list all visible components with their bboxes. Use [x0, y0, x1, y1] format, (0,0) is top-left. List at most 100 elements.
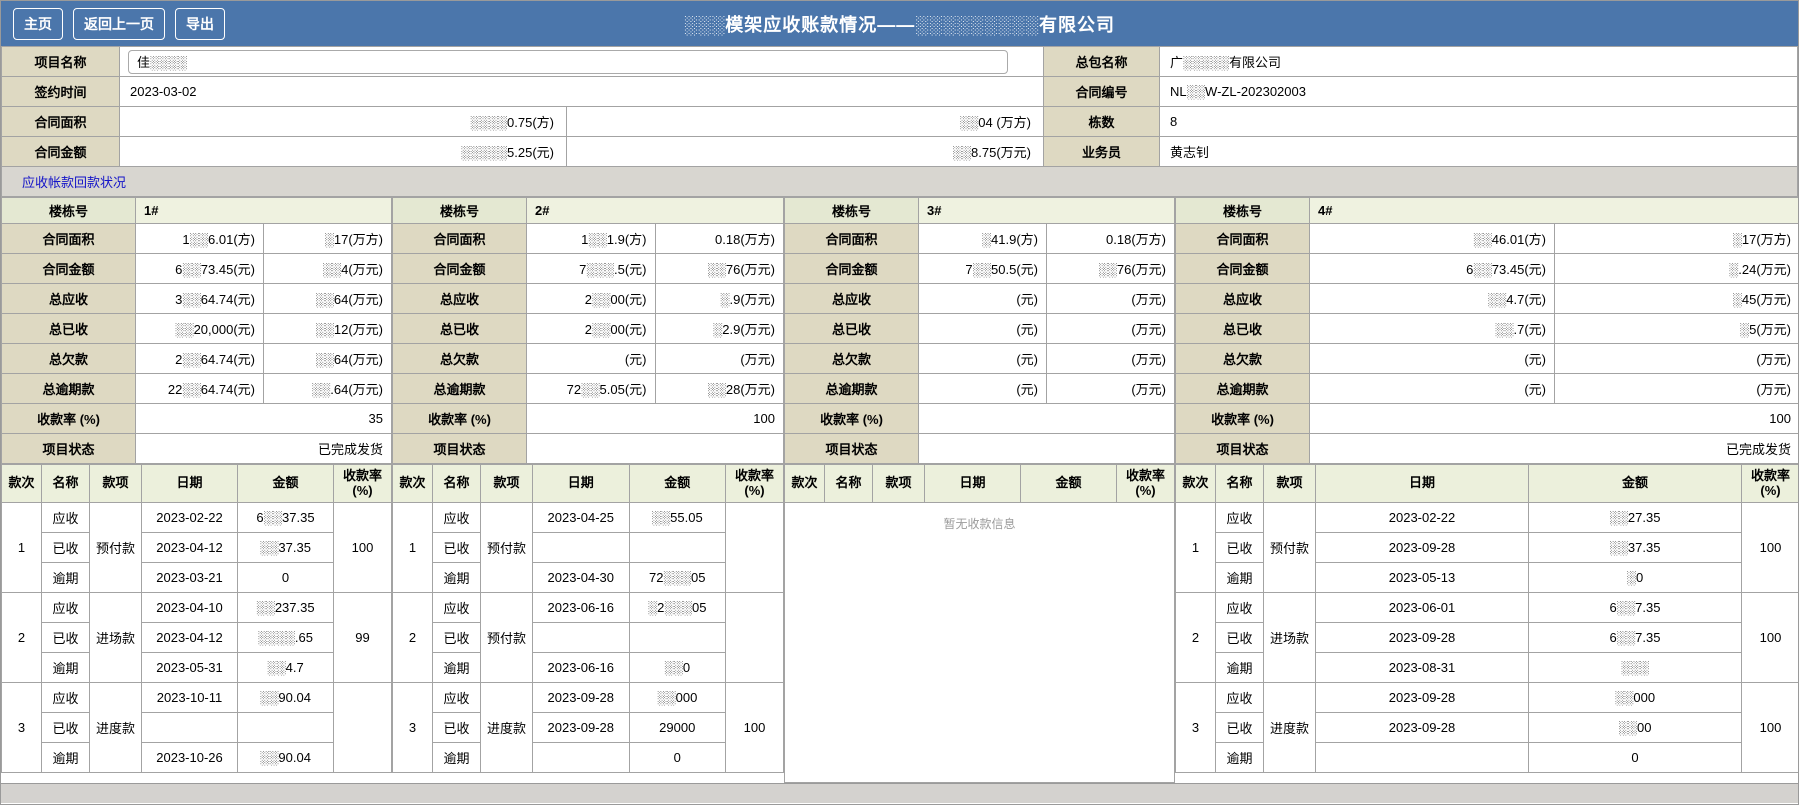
detail-row-name: 逾期 [1216, 653, 1264, 683]
summary-row: 总已收░░20,000(元)░░12(万元) [2, 314, 392, 344]
detail-date: 2023-09-28 [533, 683, 630, 713]
detail-group-no: 1 [1176, 503, 1216, 593]
detail-date: 2023-02-22 [142, 503, 238, 533]
info-row-contract-area: 合同面积 ░░░░0.75(方) ░░04 (万方) 栋数 8 [2, 107, 1798, 137]
detail-date: 2023-06-16 [533, 593, 630, 623]
summary-row: 收款率 (%)100 [1176, 404, 1799, 434]
detail-header: 日期 [1316, 465, 1529, 503]
detail-amount: ░░90.04 [238, 743, 334, 773]
building-section-3: 楼栋号3#合同面积░41.9(方)0.18(万方)合同金额7░░50.5(元)░… [784, 197, 1175, 783]
building-summary-table: 楼栋号2#合同面积1░░1.9(方)0.18(万方)合同金额7░░░.5(元)░… [392, 197, 784, 464]
building-detail-table: 款次名称款项日期金额收款率 (%)1应收预付款2023-02-22░░27.35… [1175, 464, 1799, 773]
contract-no-value: NL░░W-ZL-202302003 [1160, 77, 1798, 107]
summary-label: 总逾期款 [2, 374, 136, 404]
summary-row: 项目状态已完成发货 [1176, 434, 1799, 464]
summary-value-yuan: 6░░73.45(元) [1310, 254, 1555, 284]
summary-value [527, 434, 784, 464]
detail-header-row: 款次名称款项日期金额收款率 (%) [2, 465, 392, 503]
accounts-receivable-page: 主页返回上一页导出 ░░░模架应收账款情况——░░░░░░░░░有限公司 项目名… [0, 0, 1799, 805]
project-name-input[interactable] [128, 50, 1008, 74]
detail-date [142, 713, 238, 743]
detail-rate [726, 593, 784, 683]
detail-row-name: 已收 [42, 623, 90, 653]
detail-rate [726, 503, 784, 593]
detail-row: 1应收预付款2023-04-25░░55.05 [393, 503, 784, 533]
contract-amount-label: 合同金额 [2, 137, 120, 167]
detail-rate: 100 [1742, 593, 1799, 683]
summary-value-yuan: 3░░64.74(元) [136, 284, 264, 314]
summary-value [919, 404, 1175, 434]
building-no-row: 楼栋号2# [393, 198, 784, 224]
detail-row: 3应收进度款2023-09-28░░000100 [393, 683, 784, 713]
building-summary-table: 楼栋号3#合同面积░41.9(方)0.18(万方)合同金额7░░50.5(元)░… [784, 197, 1175, 464]
info-row-project: 项目名称 总包名称 广░░░░░有限公司 [2, 47, 1798, 77]
detail-row: 2应收预付款2023-06-16░2░░░05 [393, 593, 784, 623]
topbar-buttons: 主页返回上一页导出 [13, 8, 225, 40]
summary-label: 总已收 [393, 314, 527, 344]
detail-amount [629, 533, 726, 563]
summary-value-wan: ░░64(万元) [264, 284, 392, 314]
detail-item-type: 进场款 [1264, 593, 1316, 683]
detail-amount: ░░000 [1529, 683, 1742, 713]
detail-group-no: 3 [1176, 683, 1216, 773]
detail-date: 2023-09-28 [1316, 713, 1529, 743]
summary-label: 合同面积 [1176, 224, 1310, 254]
summary-label: 项目状态 [1176, 434, 1310, 464]
building-no-label: 楼栋号 [785, 198, 919, 224]
detail-row-name: 逾期 [42, 653, 90, 683]
summary-label: 合同金额 [2, 254, 136, 284]
detail-header: 款项 [1264, 465, 1316, 503]
summary-value-yuan: 2░░00(元) [527, 284, 656, 314]
detail-header: 金额 [238, 465, 334, 503]
summary-row: 总逾期款(元)(万元) [785, 374, 1175, 404]
detail-rate [334, 683, 392, 773]
summary-row: 收款率 (%) [785, 404, 1175, 434]
detail-date: 2023-09-28 [1316, 683, 1529, 713]
summary-label: 总已收 [1176, 314, 1310, 344]
detail-date: 2023-10-26 [142, 743, 238, 773]
topbar-button-1[interactable]: 返回上一页 [73, 8, 165, 40]
detail-row-name: 逾期 [433, 743, 481, 773]
detail-date [533, 533, 630, 563]
summary-value-yuan: (元) [527, 344, 656, 374]
building-no-value: 4# [1310, 198, 1799, 224]
summary-value-yuan: 22░░64.74(元) [136, 374, 264, 404]
detail-row-name: 应收 [1216, 593, 1264, 623]
sign-date-value: 2023-03-02 [120, 77, 1044, 107]
detail-header: 款次 [785, 465, 825, 503]
detail-row-name: 应收 [1216, 683, 1264, 713]
summary-row: 合同金额7░░░.5(元)░░76(万元) [393, 254, 784, 284]
summary-value-yuan: 7░░50.5(元) [919, 254, 1047, 284]
detail-rate: 100 [1742, 683, 1799, 773]
summary-row: 总欠款2░░64.74(元)░░64(万元) [2, 344, 392, 374]
business-person-label: 业务员 [1044, 137, 1160, 167]
building-no-value: 1# [136, 198, 392, 224]
summary-value-wan: ░2.9(万元) [655, 314, 784, 344]
detail-date: 2023-04-10 [142, 593, 238, 623]
topbar-button-0[interactable]: 主页 [13, 8, 63, 40]
detail-group-no: 3 [393, 683, 433, 773]
receivable-status-link[interactable]: 应收帐款回款状况 [22, 172, 126, 191]
detail-row-name: 应收 [433, 503, 481, 533]
detail-header-row: 款次名称款项日期金额收款率 (%) [785, 465, 1175, 503]
detail-date: 2023-04-25 [533, 503, 630, 533]
summary-label: 总欠款 [785, 344, 919, 374]
detail-row-name: 已收 [1216, 713, 1264, 743]
detail-header: 名称 [825, 465, 873, 503]
building-no-row: 楼栋号1# [2, 198, 392, 224]
summary-value-yuan: 1░░6.01(方) [136, 224, 264, 254]
detail-row: 3应收进度款2023-10-11░░90.04 [2, 683, 392, 713]
topbar-button-2[interactable]: 导出 [175, 8, 225, 40]
project-name-cell [120, 47, 1044, 77]
summary-label: 总应收 [2, 284, 136, 314]
building-detail-table: 款次名称款项日期金额收款率 (%)1应收预付款2023-04-25░░55.05… [392, 464, 784, 773]
summary-value-yuan: (元) [919, 374, 1047, 404]
contract-area-value-sqm: ░░░░0.75(方) [120, 107, 567, 137]
summary-row: 合同金额7░░50.5(元)░░76(万元) [785, 254, 1175, 284]
summary-row: 总应收░░4.7(元)░45(万元) [1176, 284, 1799, 314]
detail-header: 收款率 (%) [1742, 465, 1799, 503]
summary-row: 总逾期款(元)(万元) [1176, 374, 1799, 404]
summary-label: 总应收 [393, 284, 527, 314]
detail-item-type: 预付款 [481, 593, 533, 683]
detail-row-name: 应收 [433, 593, 481, 623]
